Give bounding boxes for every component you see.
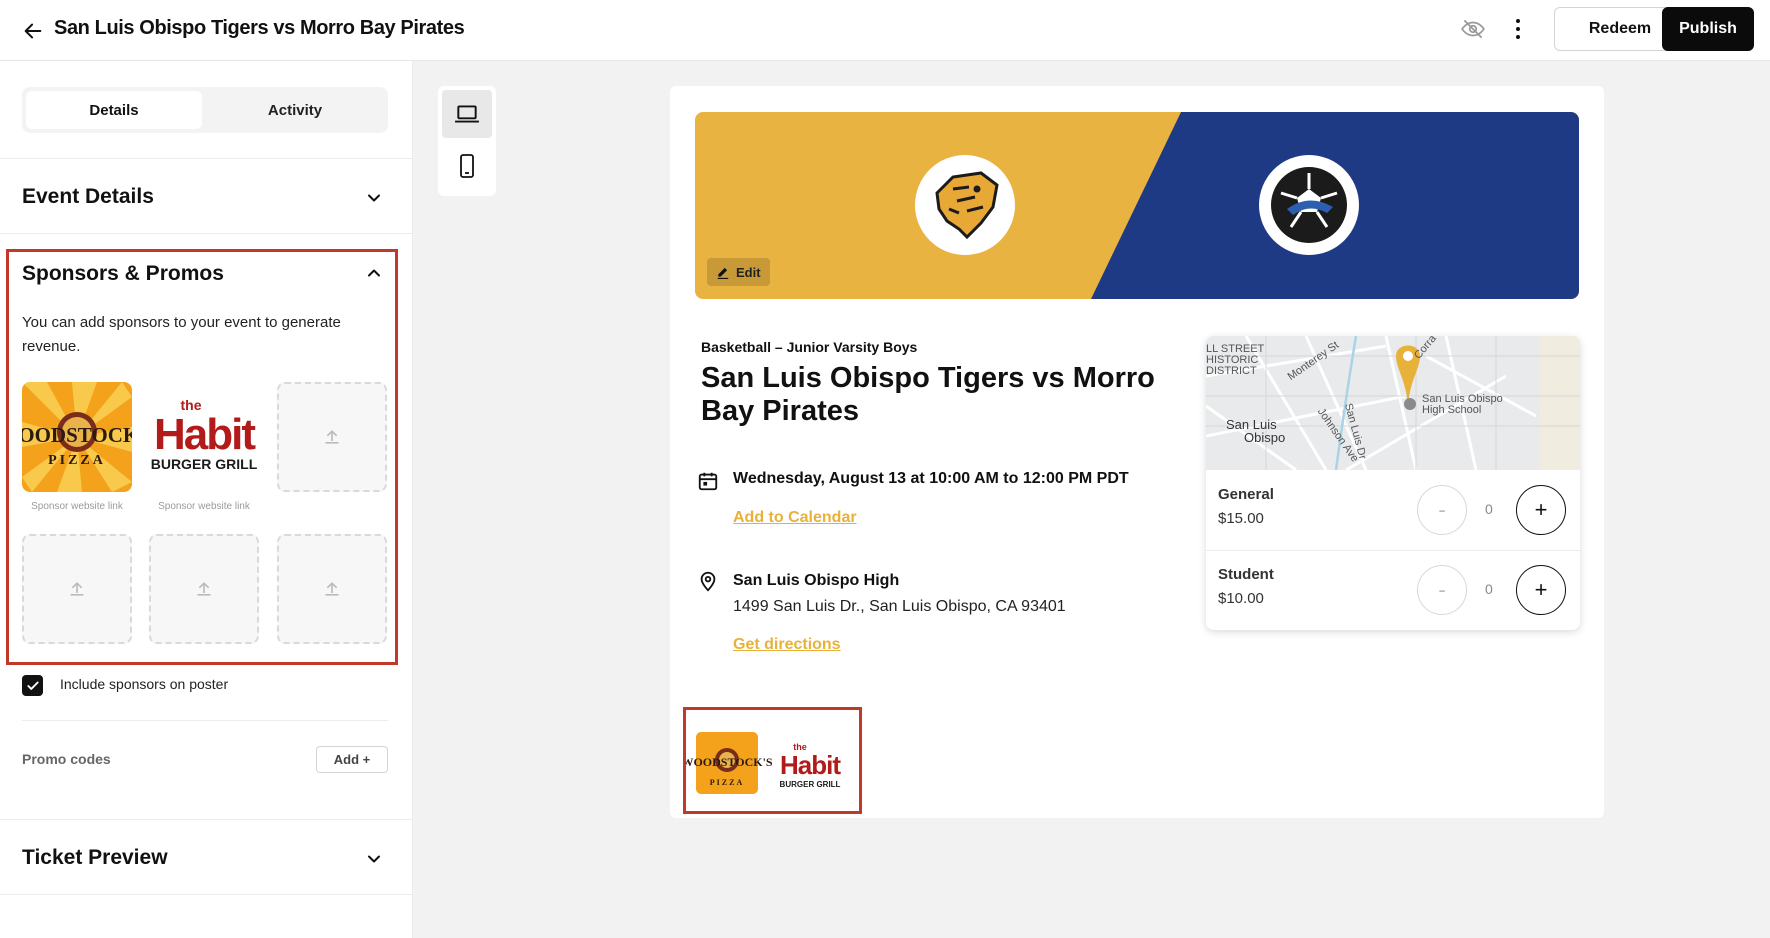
upload-icon (325, 582, 339, 596)
away-team-logo (1259, 155, 1359, 255)
get-directions-link[interactable]: Get directions (733, 636, 841, 654)
divider (22, 720, 388, 721)
poster-sponsor-name: Habit (780, 750, 841, 780)
map-label-school: San Luis Obispo High School (1422, 393, 1503, 416)
ticket-selector: LL STREET HISTORIC DISTRICT San Luis Obi… (1206, 336, 1580, 630)
edit-label: Edit (736, 264, 761, 280)
event-sport: Basketball – Junior Varsity Boys (701, 339, 918, 355)
chevron-down-icon[interactable] (364, 188, 384, 208)
sidebar-tabs: Details Activity (22, 87, 388, 133)
ticket-quantity: 0 (1485, 501, 1493, 517)
include-sponsors-label: Include sponsors on poster (60, 676, 229, 692)
divider (0, 233, 413, 234)
ticket-row-student: Student $10.00 - 0 + (1206, 550, 1580, 630)
sponsor-name: WOODSTOCK'S (22, 423, 132, 447)
ticket-price: $10.00 (1218, 590, 1264, 607)
event-title: San Luis Obispo Tigers vs Morro Bay Pira… (701, 362, 1155, 427)
ticket-name: General (1218, 486, 1274, 503)
eye-off-icon[interactable] (1460, 16, 1486, 42)
event-details-header[interactable]: Event Details (22, 185, 154, 209)
edit-banner-button[interactable]: Edit (707, 258, 770, 286)
decrement-button[interactable]: - (1417, 565, 1467, 615)
tab-activity[interactable]: Activity (206, 91, 384, 129)
include-sponsors-checkbox[interactable] (22, 675, 43, 696)
ticket-row-general: General $15.00 - 0 + (1206, 470, 1580, 550)
woodstocks-pizza-logo: WOODSTOCK'S PIZZA (22, 382, 132, 492)
tiger-mascot-icon (935, 171, 999, 240)
ticket-preview-header[interactable]: Ticket Preview (22, 846, 168, 870)
increment-button[interactable]: + (1516, 565, 1566, 615)
top-bar: San Luis Obispo Tigers vs Morro Bay Pira… (0, 0, 1770, 61)
venue-map[interactable]: LL STREET HISTORIC DISTRICT San Luis Obi… (1206, 336, 1580, 470)
ticket-name: Student (1218, 566, 1274, 583)
increment-button[interactable]: + (1516, 485, 1566, 535)
pencil-icon (717, 267, 729, 279)
chevron-down-icon[interactable] (364, 849, 384, 869)
phone-icon (460, 154, 474, 178)
add-to-calendar-link[interactable]: Add to Calendar (733, 509, 857, 527)
sponsor-website-link[interactable]: Sponsor website link (149, 501, 259, 512)
pirate-soccer-ball-icon (1271, 167, 1347, 243)
poster-sponsors-highlight: WOODSTOCK'S PIZZA the Habit BURGER GRILL (683, 707, 862, 814)
sponsor-name: Habit (154, 410, 256, 459)
divider (0, 894, 413, 895)
tab-details[interactable]: Details (26, 91, 202, 129)
divider (0, 158, 413, 159)
poster-sponsor-sub: BURGER GRILL (780, 780, 841, 789)
ticket-price: $15.00 (1218, 510, 1264, 527)
banner-background (695, 112, 1579, 299)
event-datetime: Wednesday, August 13 at 10:00 AM to 12:0… (733, 470, 1129, 487)
decrement-button[interactable]: - (1417, 485, 1467, 535)
sponsor-website-link[interactable]: Sponsor website link (22, 501, 132, 512)
mobile-view-button[interactable] (442, 142, 492, 190)
plus-icon: + (362, 752, 371, 767)
sponsor-upload-slot[interactable] (149, 534, 259, 644)
upload-icon (70, 582, 84, 596)
add-label: Add (333, 752, 360, 767)
sponsor-sub: BURGER GRILL (151, 456, 258, 472)
sponsor-upload-slot[interactable] (277, 382, 387, 492)
ticket-quantity: 0 (1485, 581, 1493, 597)
sponsors-description: You can add sponsors to your event to ge… (22, 314, 341, 355)
divider (0, 819, 413, 820)
chevron-up-icon[interactable] (364, 263, 384, 283)
sponsor-logo-woodstocks[interactable]: WOODSTOCK'S PIZZA (22, 382, 132, 492)
more-options-kebab-icon[interactable] (1508, 14, 1528, 44)
map-label-district: LL STREET HISTORIC DISTRICT (1206, 343, 1265, 377)
laptop-icon (455, 105, 479, 123)
promo-codes-label: Promo codes (22, 751, 111, 767)
add-promo-code-button[interactable]: Add + (316, 746, 388, 773)
upload-icon (325, 430, 339, 444)
event-address: 1499 San Luis Dr., San Luis Obispo, CA 9… (733, 598, 1066, 615)
back-arrow-icon[interactable] (18, 16, 48, 46)
poster-sponsor-sub: PIZZA (710, 778, 744, 787)
publish-button[interactable]: Publish (1662, 7, 1754, 51)
page-title: San Luis Obispo Tigers vs Morro Bay Pira… (54, 17, 465, 39)
poster-sponsor-logos: WOODSTOCK'S PIZZA the Habit BURGER GRILL (686, 732, 842, 794)
event-venue: San Luis Obispo High (733, 572, 900, 589)
location-pin-icon (700, 571, 716, 592)
sponsor-logo-habit[interactable]: the Habit BURGER GRILL (149, 382, 259, 492)
poster-sponsor-name: WOODSTOCK'S (686, 755, 773, 769)
checkmark-icon (26, 681, 39, 690)
sponsor-upload-slot[interactable] (277, 534, 387, 644)
event-banner: Edit (695, 112, 1579, 299)
device-toggle (438, 86, 496, 196)
sponsors-promos-header[interactable]: Sponsors & Promos (22, 262, 224, 286)
sponsor-sub: PIZZA (48, 453, 106, 468)
map-label-city: San Luis Obispo (1226, 417, 1286, 445)
habit-burger-logo: the Habit BURGER GRILL (149, 382, 259, 492)
upload-icon (197, 582, 211, 596)
home-team-logo (915, 155, 1015, 255)
desktop-view-button[interactable] (442, 90, 492, 138)
sponsor-upload-slot[interactable] (22, 534, 132, 644)
calendar-icon (698, 472, 718, 491)
sidebar: Details Activity Event Details Sponsors … (0, 61, 413, 938)
